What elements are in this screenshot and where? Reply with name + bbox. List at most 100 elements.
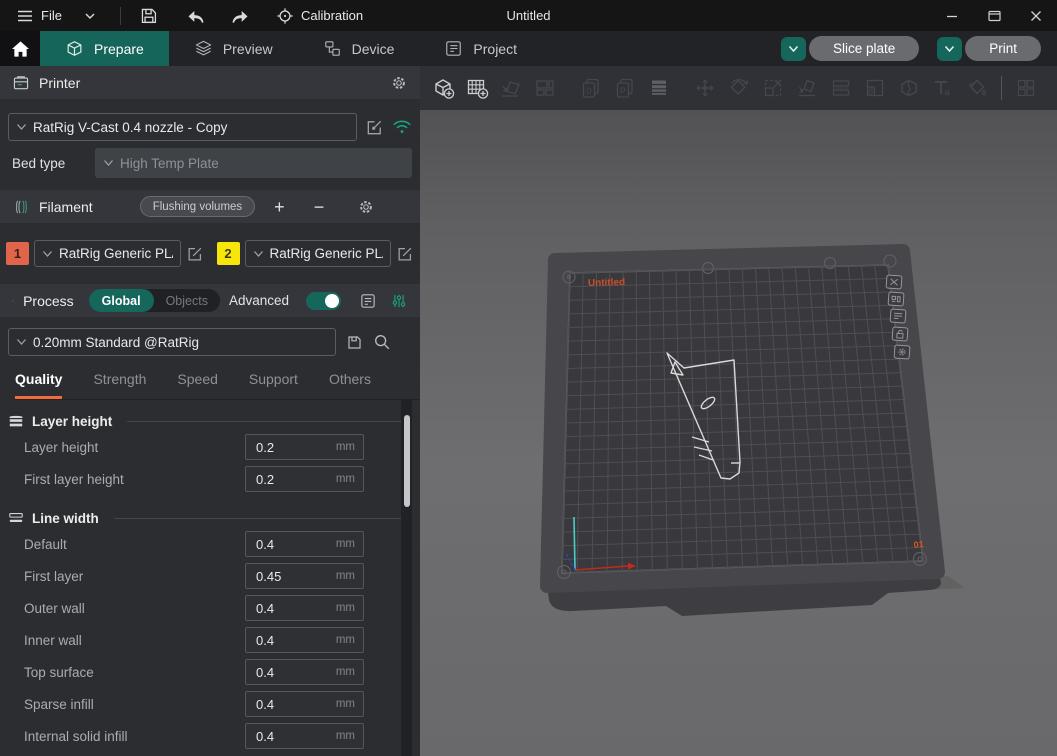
search-preset-button[interactable] bbox=[373, 333, 391, 351]
remove-filament-button[interactable]: − bbox=[304, 198, 335, 216]
tab-quality[interactable]: Quality bbox=[15, 371, 62, 399]
rotate-button[interactable] bbox=[726, 75, 752, 101]
process-section-header: Process Global Objects Advanced bbox=[0, 284, 420, 317]
sparse-infill-line-width-input[interactable]: 0.4 mm bbox=[245, 691, 364, 717]
arrange-icon bbox=[532, 75, 558, 101]
maximize-button[interactable] bbox=[973, 0, 1015, 31]
edit-filament-2-button[interactable] bbox=[396, 245, 414, 263]
support-paint-button[interactable] bbox=[862, 75, 888, 101]
param-value: 0.4 bbox=[256, 537, 336, 552]
process-tune-button[interactable] bbox=[390, 292, 408, 310]
param-unit: mm bbox=[336, 698, 355, 710]
split-to-objects-button[interactable]: 0 bbox=[578, 75, 604, 101]
slice-plate-button[interactable]: Slice plate bbox=[809, 36, 919, 61]
add-object-button[interactable] bbox=[430, 75, 456, 101]
param-value: 0.4 bbox=[256, 665, 336, 680]
undo-button[interactable] bbox=[178, 0, 214, 31]
tab-others[interactable]: Others bbox=[329, 371, 371, 399]
edit-printer-button[interactable] bbox=[365, 118, 384, 137]
param-unit: mm bbox=[336, 570, 355, 582]
cut-button[interactable] bbox=[828, 75, 854, 101]
plate-settings-icon[interactable] bbox=[894, 345, 910, 359]
variable-layer-height-button[interactable] bbox=[646, 75, 672, 101]
filament-2-badge[interactable]: 2 bbox=[217, 242, 240, 265]
print-button[interactable]: Print bbox=[965, 36, 1041, 61]
chevron-down-icon bbox=[16, 123, 27, 131]
param-label: Top surface bbox=[24, 665, 94, 680]
filament-1-badge[interactable]: 1 bbox=[6, 242, 29, 265]
tab-preview[interactable]: Preview bbox=[169, 31, 298, 66]
chevron-down-icon bbox=[253, 250, 264, 258]
project-icon bbox=[444, 39, 463, 58]
arrange-button[interactable] bbox=[532, 75, 558, 101]
add-plate-button[interactable] bbox=[464, 75, 490, 101]
filament-2-dropdown[interactable]: RatRig Generic PLA bbox=[245, 240, 392, 267]
scope-objects-button[interactable]: Objects bbox=[154, 294, 220, 308]
section-title: Line width bbox=[32, 511, 99, 526]
scale-button[interactable] bbox=[760, 75, 786, 101]
filament-1-dropdown[interactable]: RatRig Generic PLA bbox=[34, 240, 181, 267]
color-paint-button[interactable] bbox=[964, 75, 990, 101]
process-list-button[interactable] bbox=[359, 292, 377, 310]
printer-connection-button[interactable] bbox=[392, 119, 412, 135]
tab-prepare[interactable]: Prepare bbox=[40, 31, 169, 66]
section-layer-height: Layer height bbox=[8, 413, 410, 429]
close-button[interactable] bbox=[1015, 0, 1057, 31]
auto-orient-button[interactable] bbox=[498, 75, 524, 101]
file-menu-button[interactable]: File bbox=[8, 0, 70, 31]
bed-type-dropdown[interactable]: High Temp Plate bbox=[95, 148, 412, 178]
scene-3d[interactable]: Untitled 01 bbox=[420, 110, 1057, 756]
slice-options-button[interactable] bbox=[781, 37, 806, 61]
redo-button[interactable] bbox=[222, 0, 258, 31]
process-icon bbox=[12, 292, 14, 310]
param-row-default: Default 0.4 mm bbox=[0, 528, 420, 560]
minimize-button[interactable] bbox=[931, 0, 973, 31]
arrange-plate-icon[interactable] bbox=[888, 292, 904, 306]
add-filament-button[interactable]: + bbox=[264, 198, 295, 216]
tab-strength[interactable]: Strength bbox=[93, 371, 146, 399]
lay-on-face-button[interactable] bbox=[794, 75, 820, 101]
save-preset-button[interactable] bbox=[346, 334, 363, 351]
filament-settings-button[interactable] bbox=[357, 198, 375, 216]
param-value: 0.4 bbox=[256, 697, 336, 712]
outer-wall-line-width-input[interactable]: 0.4 mm bbox=[245, 595, 364, 621]
process-preset-dropdown[interactable]: 0.20mm Standard @RatRig bbox=[8, 328, 336, 356]
calibration-button[interactable]: Calibration bbox=[268, 0, 371, 31]
scrollbar-thumb[interactable] bbox=[404, 415, 410, 507]
tab-device[interactable]: Device bbox=[298, 31, 420, 66]
lay-on-face-icon bbox=[794, 75, 820, 101]
printer-preset-dropdown[interactable]: RatRig V-Cast 0.4 nozzle - Copy bbox=[8, 113, 357, 141]
move-button[interactable] bbox=[692, 75, 718, 101]
assembly-view-button[interactable] bbox=[1013, 75, 1039, 101]
tab-prepare-label: Prepare bbox=[94, 41, 144, 57]
inner-wall-line-width-input[interactable]: 0.4 mm bbox=[245, 627, 364, 653]
lock-plate-icon[interactable] bbox=[892, 327, 908, 341]
default-line-width-input[interactable]: 0.4 mm bbox=[245, 531, 364, 557]
save-button[interactable] bbox=[131, 0, 166, 31]
print-options-button[interactable] bbox=[937, 37, 962, 61]
first-layer-line-width-input[interactable]: 0.45 mm bbox=[245, 563, 364, 589]
orient-plate-icon[interactable] bbox=[890, 309, 906, 323]
advanced-toggle[interactable] bbox=[306, 292, 341, 310]
split-to-parts-button[interactable]: P bbox=[612, 75, 638, 101]
tab-project[interactable]: Project bbox=[419, 31, 542, 66]
layer-height-input[interactable]: 0.2 mm bbox=[245, 434, 364, 460]
edit-filament-1-button[interactable] bbox=[186, 245, 204, 263]
boolean-button[interactable] bbox=[896, 75, 922, 101]
file-menu-dropdown[interactable] bbox=[70, 0, 110, 31]
scope-global-button[interactable]: Global bbox=[89, 289, 154, 312]
printer-settings-button[interactable] bbox=[390, 74, 408, 92]
split-to-parts-icon: P bbox=[612, 75, 638, 101]
plate-number-label: 01 bbox=[913, 539, 924, 550]
top-surface-line-width-input[interactable]: 0.4 mm bbox=[245, 659, 364, 685]
text-tool-button[interactable]: a bbox=[930, 75, 956, 101]
support-paint-icon bbox=[862, 75, 888, 101]
home-button[interactable] bbox=[0, 31, 40, 66]
flushing-volumes-button[interactable]: Flushing volumes bbox=[140, 196, 255, 217]
tab-speed[interactable]: Speed bbox=[177, 371, 217, 399]
first-layer-height-input[interactable]: 0.2 mm bbox=[245, 466, 364, 492]
tab-support[interactable]: Support bbox=[249, 371, 298, 399]
delete-plate-icon[interactable] bbox=[886, 275, 902, 289]
internal-solid-infill-line-width-input[interactable]: 0.4 mm bbox=[245, 723, 364, 749]
filament-section-header: Filament Flushing volumes + − bbox=[0, 190, 420, 223]
